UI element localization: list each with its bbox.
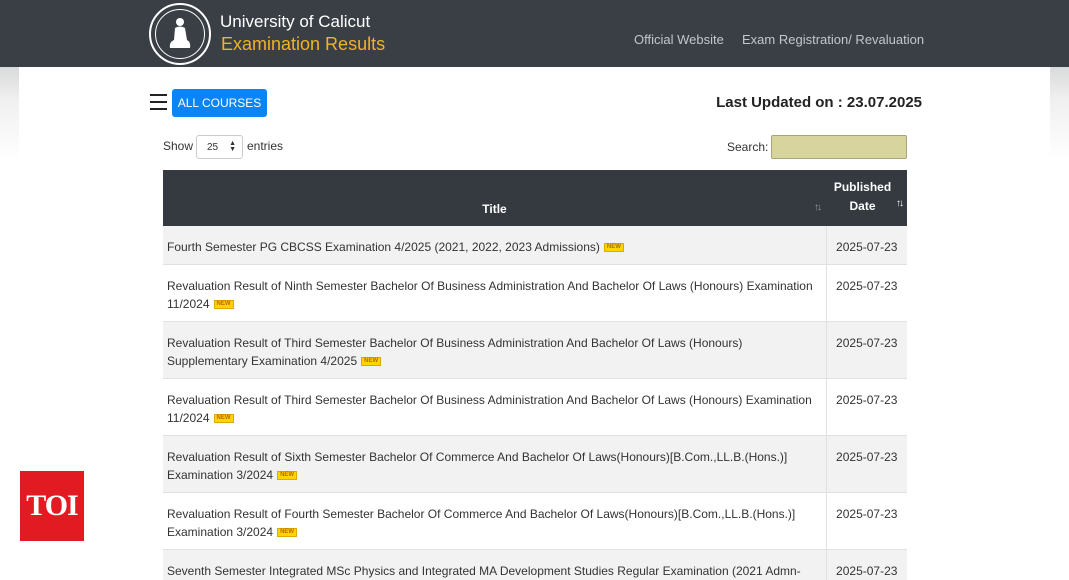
published-date-cell: 2025-07-23: [825, 378, 907, 436]
result-title-cell[interactable]: Revaluation Result of Sixth Semester Bac…: [163, 435, 826, 493]
published-date-cell: 2025-07-23: [825, 492, 907, 550]
result-title-cell[interactable]: Revaluation Result of Ninth Semester Bac…: [163, 264, 826, 322]
table-row[interactable]: Revaluation Result of Third Semester Bac…: [163, 378, 907, 436]
result-title-cell[interactable]: Fourth Semester PG CBCSS Examination 4/2…: [163, 226, 826, 265]
sort-icon: ↑↓: [814, 202, 822, 213]
new-badge: NEW: [213, 414, 234, 424]
published-date-cell: 2025-07-23: [825, 226, 907, 265]
result-title-link[interactable]: Fourth Semester PG CBCSS Examination 4/2…: [167, 240, 600, 254]
result-title-cell[interactable]: Revaluation Result of Third Semester Bac…: [163, 321, 826, 379]
site-subtitle[interactable]: Examination Results: [221, 34, 385, 55]
all-courses-button[interactable]: ALL COURSES: [172, 89, 267, 117]
table-row[interactable]: Revaluation Result of Fourth Semester Ba…: [163, 492, 907, 550]
seated-figure-icon: [169, 18, 191, 48]
published-date-cell: 2025-07-23: [825, 549, 907, 580]
entries-per-page-select[interactable]: 25 ▲ ▼: [196, 135, 243, 159]
published-date-cell: 2025-07-23: [825, 264, 907, 322]
entries-value: 25: [207, 141, 219, 153]
new-badge: NEW: [603, 243, 624, 253]
entries-label: entries: [247, 139, 284, 153]
result-title-link[interactable]: Revaluation Result of Third Semester Bac…: [167, 336, 742, 368]
search-input[interactable]: [771, 135, 907, 159]
result-title-cell[interactable]: Revaluation Result of Fourth Semester Ba…: [163, 492, 826, 550]
new-badge: NEW: [361, 357, 382, 367]
column-header-title[interactable]: Title ↑↓: [163, 170, 826, 226]
hamburger-menu-icon[interactable]: [150, 94, 168, 112]
select-arrows-icon: ▲ ▼: [229, 140, 236, 153]
show-label: Show: [163, 139, 194, 153]
new-badge: NEW: [277, 528, 298, 538]
table-row[interactable]: Seventh Semester Integrated MSc Physics …: [163, 549, 907, 580]
new-badge: NEW: [213, 300, 234, 310]
result-title-link[interactable]: Revaluation Result of Third Semester Bac…: [167, 393, 812, 425]
nav-exam-registration[interactable]: Exam Registration/ Revaluation: [742, 32, 924, 47]
published-date-cell: 2025-07-23: [825, 321, 907, 379]
result-title-link[interactable]: Revaluation Result of Ninth Semester Bac…: [167, 279, 813, 311]
result-title-cell[interactable]: Seventh Semester Integrated MSc Physics …: [163, 549, 826, 580]
new-badge: NEW: [277, 471, 298, 481]
published-date-cell: 2025-07-23: [825, 435, 907, 493]
sort-active-icon: ↑↓: [896, 198, 904, 209]
column-header-published-date[interactable]: Published Date ↑↓: [826, 170, 907, 226]
toi-watermark-logo: TOI: [20, 471, 84, 541]
result-title-link[interactable]: Revaluation Result of Fourth Semester Ba…: [167, 507, 795, 539]
university-logo-icon[interactable]: [149, 3, 211, 65]
table-row[interactable]: Revaluation Result of Third Semester Bac…: [163, 321, 907, 379]
table-row[interactable]: Fourth Semester PG CBCSS Examination 4/2…: [163, 226, 907, 265]
result-title-cell[interactable]: Revaluation Result of Third Semester Bac…: [163, 378, 826, 436]
nav-official-website[interactable]: Official Website: [634, 32, 724, 47]
site-header: University of Calicut Examination Result…: [0, 0, 1069, 67]
table-row[interactable]: Revaluation Result of Ninth Semester Bac…: [163, 264, 907, 322]
university-name[interactable]: University of Calicut: [220, 12, 370, 32]
result-title-link[interactable]: Revaluation Result of Sixth Semester Bac…: [167, 450, 787, 482]
last-updated-text: Last Updated on : 23.07.2025: [716, 94, 922, 111]
table-row[interactable]: Revaluation Result of Sixth Semester Bac…: [163, 435, 907, 493]
search-label: Search:: [727, 140, 769, 154]
results-table: Title ↑↓ Published Date ↑↓ Fourth Semest…: [163, 170, 907, 580]
result-title-link[interactable]: Seventh Semester Integrated MSc Physics …: [167, 564, 801, 580]
